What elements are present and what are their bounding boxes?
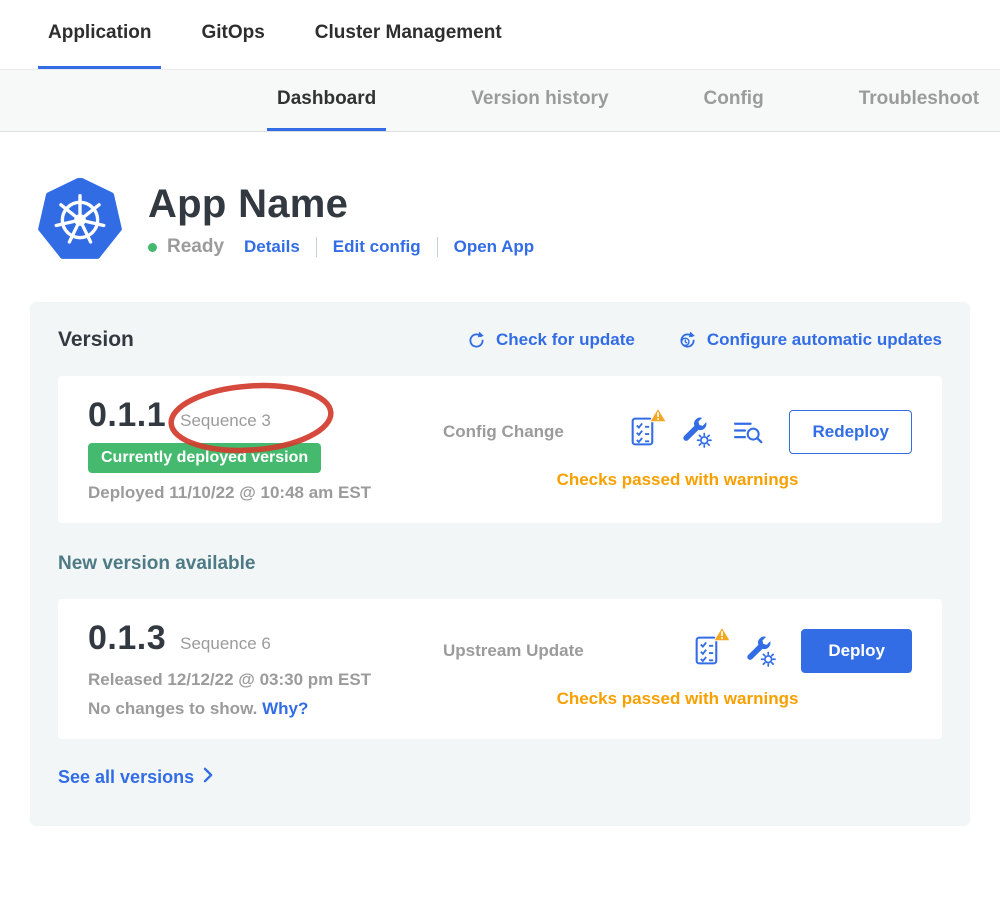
config-wrench-icon[interactable] [679, 415, 713, 449]
status-label: Ready [167, 236, 224, 258]
chevron-right-icon [203, 767, 214, 788]
tab-application[interactable]: Application [38, 0, 161, 69]
new-version-card: 0.1.3 Sequence 6 Released 12/12/22 @ 03:… [58, 599, 942, 739]
see-all-versions-link[interactable]: See all versions [58, 767, 214, 788]
see-all-versions-label: See all versions [58, 767, 194, 788]
version-panel-header: Version Check for update [58, 328, 942, 352]
app-header: App Name Ready Details Edit config Open … [38, 178, 1000, 262]
version-panel: Version Check for update [30, 302, 970, 826]
current-version-card: 0.1.1 Sequence 3 Currently deployed vers… [58, 376, 942, 523]
current-version-number: 0.1.1 [88, 396, 166, 435]
check-for-update-link[interactable]: Check for update [466, 330, 635, 351]
no-changes-text: No changes to show. [88, 699, 257, 718]
deployed-badge: Currently deployed version [88, 443, 321, 473]
tab-version-history[interactable]: Version history [461, 70, 618, 131]
new-version-heading: New version available [58, 553, 942, 575]
tab-dashboard[interactable]: Dashboard [267, 70, 386, 131]
divider [316, 237, 317, 257]
schedule-refresh-icon [677, 330, 698, 351]
version-heading: Version [58, 328, 134, 352]
tab-troubleshoot[interactable]: Troubleshoot [849, 70, 989, 131]
checks-status: Checks passed with warnings [443, 689, 912, 709]
open-app-link[interactable]: Open App [454, 237, 535, 257]
page-title: App Name [148, 182, 534, 227]
current-version-info: 0.1.1 Sequence 3 Currently deployed vers… [88, 396, 433, 503]
new-version-number: 0.1.3 [88, 619, 166, 658]
edit-config-link[interactable]: Edit config [333, 237, 421, 257]
tab-gitops[interactable]: GitOps [191, 0, 274, 69]
details-link[interactable]: Details [244, 237, 300, 257]
released-timestamp: Released 12/12/22 @ 03:30 pm EST [88, 670, 433, 690]
configure-auto-updates-label: Configure automatic updates [707, 330, 942, 350]
configure-auto-updates-link[interactable]: Configure automatic updates [677, 330, 942, 351]
current-version-action-row: Config Change [443, 410, 912, 454]
status-dot [148, 243, 157, 252]
new-version-actions: Upstream Update [443, 619, 912, 719]
current-sequence-label: Sequence 3 [180, 411, 271, 431]
version-icon-group [691, 634, 777, 668]
version-icon-group [627, 415, 765, 449]
refresh-icon [466, 330, 487, 351]
warning-triangle-icon [713, 626, 731, 647]
app-sub-nav: Dashboard Version history Config Trouble… [0, 70, 1000, 132]
divider [437, 237, 438, 257]
new-version-action-row: Upstream Update [443, 629, 912, 673]
deploy-button[interactable]: Deploy [801, 629, 912, 673]
status-row: Ready Details Edit config Open App [148, 236, 534, 258]
redeploy-button[interactable]: Redeploy [789, 410, 912, 454]
tab-cluster-management[interactable]: Cluster Management [305, 0, 512, 69]
tab-config[interactable]: Config [694, 70, 774, 131]
checks-status: Checks passed with warnings [443, 470, 912, 490]
preflight-checks-icon[interactable] [627, 415, 661, 449]
primary-nav: Application GitOps Cluster Management [0, 0, 1000, 70]
current-version-actions: Config Change [443, 396, 912, 503]
current-version-line: 0.1.1 Sequence 3 [88, 396, 433, 435]
version-panel-actions: Check for update Configure automatic upd… [466, 330, 942, 351]
deployed-timestamp: Deployed 11/10/22 @ 10:48 am EST [88, 483, 433, 503]
change-type-label: Config Change [443, 422, 603, 442]
change-type-label: Upstream Update [443, 641, 667, 661]
new-version-line: 0.1.3 Sequence 6 [88, 619, 433, 658]
new-sequence-label: Sequence 6 [180, 634, 271, 654]
new-version-info: 0.1.3 Sequence 6 Released 12/12/22 @ 03:… [88, 619, 433, 719]
view-files-icon[interactable] [731, 415, 765, 449]
no-changes-row: No changes to show. Why? [88, 699, 433, 719]
kubernetes-logo [38, 178, 122, 262]
app-header-text: App Name Ready Details Edit config Open … [148, 182, 534, 258]
config-wrench-icon[interactable] [743, 634, 777, 668]
why-link[interactable]: Why? [262, 699, 308, 718]
check-for-update-label: Check for update [496, 330, 635, 350]
warning-triangle-icon [649, 407, 667, 428]
preflight-checks-icon[interactable] [691, 634, 725, 668]
